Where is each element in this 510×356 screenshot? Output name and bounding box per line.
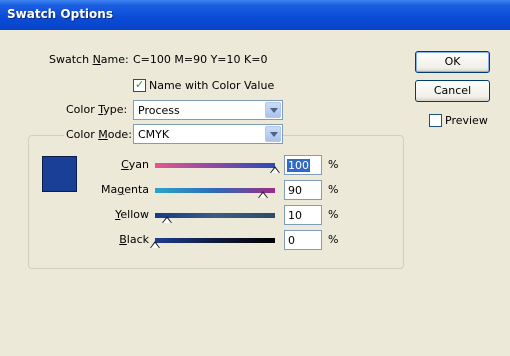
black-slider-track[interactable]: [155, 238, 275, 243]
title-bar: Swatch Options: [0, 0, 510, 30]
color-swatch-preview: [42, 156, 77, 192]
magenta-percent-unit: %: [328, 183, 339, 196]
chevron-down-icon[interactable]: [265, 126, 281, 142]
black-percent-unit: %: [328, 233, 339, 246]
black-label: Black: [119, 233, 149, 246]
cyan-slider-thumb[interactable]: [270, 166, 280, 173]
checkmark-icon: ✓: [135, 78, 145, 91]
ok-button[interactable]: OK: [415, 51, 490, 73]
color-type-label: Color Type:: [66, 103, 128, 116]
yellow-slider-track[interactable]: [155, 213, 275, 218]
preview-checkbox[interactable]: [429, 114, 442, 127]
color-type-value: Process: [138, 104, 180, 117]
yellow-input[interactable]: 10: [284, 205, 322, 225]
color-mode-select[interactable]: CMYK: [133, 124, 283, 144]
magenta-slider-thumb[interactable]: [258, 191, 268, 198]
name-with-color-value-checkbox[interactable]: ✓: [133, 78, 146, 92]
yellow-label: Yellow: [115, 208, 149, 221]
black-input[interactable]: 0: [284, 230, 322, 250]
cyan-percent-unit: %: [328, 158, 339, 171]
yellow-slider-thumb[interactable]: [162, 216, 172, 223]
preview-label: Preview: [445, 114, 488, 127]
color-mode-group: [28, 135, 404, 269]
magenta-label: Magenta: [100, 183, 149, 196]
yellow-percent-unit: %: [328, 208, 339, 221]
swatch-name-label: Swatch Name:: [49, 53, 129, 66]
chevron-down-icon[interactable]: [265, 102, 281, 118]
magenta-input[interactable]: 90: [284, 180, 322, 200]
cancel-button[interactable]: Cancel: [415, 80, 490, 102]
window-title: Swatch Options: [7, 7, 113, 21]
cyan-label: Cyan: [121, 158, 149, 171]
magenta-slider-track[interactable]: [155, 188, 275, 193]
color-mode-value: CMYK: [138, 128, 170, 141]
cyan-slider-track[interactable]: [155, 163, 275, 168]
black-slider-thumb[interactable]: [150, 241, 160, 248]
cyan-input[interactable]: 100: [284, 155, 322, 175]
swatch-name-value: C=100 M=90 Y=10 K=0: [133, 53, 268, 66]
color-mode-label: Color Mode:: [64, 128, 134, 141]
name-with-color-value-label: Name with Color Value: [149, 79, 275, 92]
color-type-select[interactable]: Process: [133, 100, 283, 120]
